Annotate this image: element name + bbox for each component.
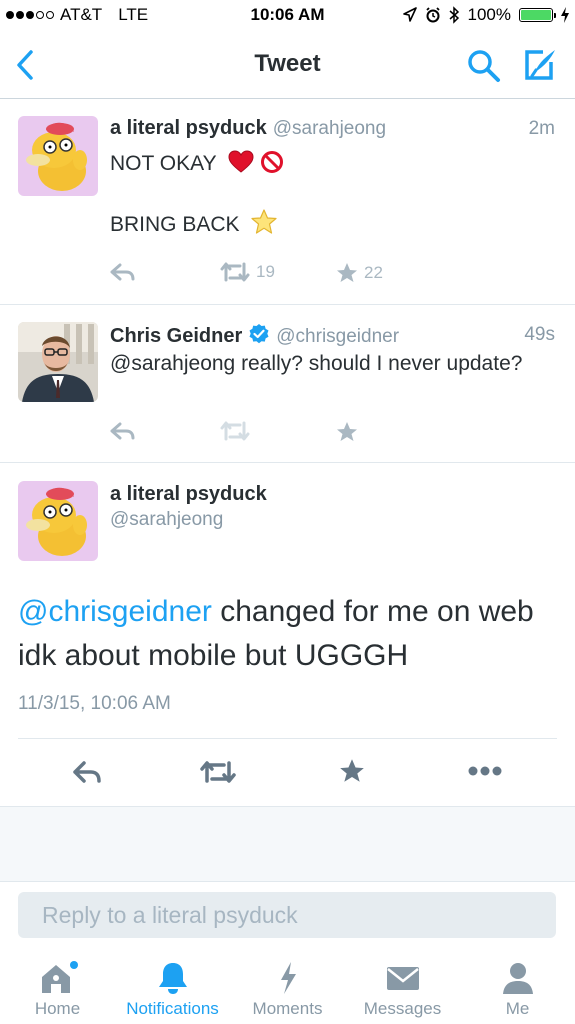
home-icon [41,961,78,993]
reply-icon [110,422,135,440]
battery-icon [519,8,556,22]
detail-actions [0,752,575,792]
tab-label: Moments [252,999,323,1018]
tab-label: Home [34,999,81,1018]
like-button[interactable]: 22 [336,262,383,283]
charging-bolt-icon [561,7,569,23]
star-icon [251,209,277,234]
tweet-item[interactable]: a literal psyduck @sarahjeong 2m NOT OKAY… [0,99,575,305]
mention-link[interactable]: @chrisgeidner [18,595,212,628]
tweet-header: a literal psyduck @sarahjeong [110,117,386,140]
tab-label: Messages [363,999,442,1018]
like-count: 22 [364,262,383,282]
star-outline-icon [337,263,357,282]
tweet-header: Chris Geidner @chrisgeidner [110,323,399,348]
author-name[interactable]: a literal psyduck [110,483,267,506]
tweet-time: 2m [528,118,555,139]
author-handle[interactable]: @sarahjeong [110,509,267,531]
author-name[interactable]: Chris Geidner [110,325,242,347]
tab-messages[interactable]: Messages [345,950,460,1024]
bell-icon [158,963,187,994]
alarm-clock-icon [425,7,440,23]
avatar[interactable] [18,116,98,196]
compose-icon[interactable] [521,46,559,84]
star-outline-icon [337,422,357,441]
reply-button[interactable] [110,262,136,282]
author-handle[interactable]: @sarahjeong [273,118,386,139]
tweet-actions [110,421,550,445]
envelope-icon [386,967,419,990]
tab-notifications[interactable]: Notifications [115,950,230,1024]
tweet-actions: 19 22 [110,262,550,286]
avatar[interactable] [18,322,98,402]
like-button[interactable] [336,421,358,442]
retweet-button[interactable]: 19 [220,262,275,282]
tweet-text: @sarahjeong really? should I never updat… [110,352,523,375]
reply-icon [110,263,135,281]
divider [18,738,557,739]
tab-me[interactable]: Me [460,950,575,1024]
tab-bar: Home Notifications Moments Messages Me [0,950,575,1024]
reply-input[interactable] [18,892,556,938]
retweet-icon [220,262,250,282]
reply-icon[interactable] [72,760,102,784]
tweet-text-line: BRING BACK [110,213,240,236]
empty-area [0,806,575,882]
nav-bar: Tweet [0,32,575,99]
retweet-icon [220,421,250,441]
prohibited-icon [260,151,283,173]
avatar[interactable] [18,481,98,561]
tab-label: Me [505,999,530,1018]
tweet-text-line: NOT OKAY [110,152,217,175]
more-icon[interactable] [468,766,502,776]
lightning-icon [280,962,296,994]
detail-date: 11/3/15, 10:06 AM [18,693,171,714]
tweet-item[interactable]: Chris Geidner @chrisgeidner 49s @sarahjeo… [0,305,575,463]
tweet-text: NOT OKAY BRING BACK [110,149,550,240]
reply-bar [18,892,556,938]
author-handle[interactable]: @chrisgeidner [276,326,399,347]
battery-percent: 100% [467,5,511,24]
verified-badge-icon [249,324,269,344]
location-arrow-icon [402,7,417,22]
retweet-count: 19 [256,262,275,281]
status-bar-right: 100% [402,5,569,25]
status-bar: AT&T LTE 10:06 AM 100% [0,0,575,32]
tab-label: Notifications [126,999,219,1018]
detail-text: @chrisgeidner changed for me on web idk … [18,590,558,678]
like-icon[interactable] [339,758,365,783]
author-name[interactable]: a literal psyduck [110,117,267,139]
reply-button[interactable] [110,421,136,441]
person-icon [502,963,533,994]
retweet-icon[interactable] [200,760,236,784]
bluetooth-icon [449,6,459,24]
red-heart-icon [228,150,254,173]
retweet-button[interactable] [220,421,250,441]
tab-home[interactable]: Home [0,950,115,1024]
search-icon[interactable] [466,48,502,84]
detail-header: a literal psyduck @sarahjeong [110,483,267,531]
tweet-time: 49s [524,324,555,345]
tab-moments[interactable]: Moments [230,950,345,1024]
